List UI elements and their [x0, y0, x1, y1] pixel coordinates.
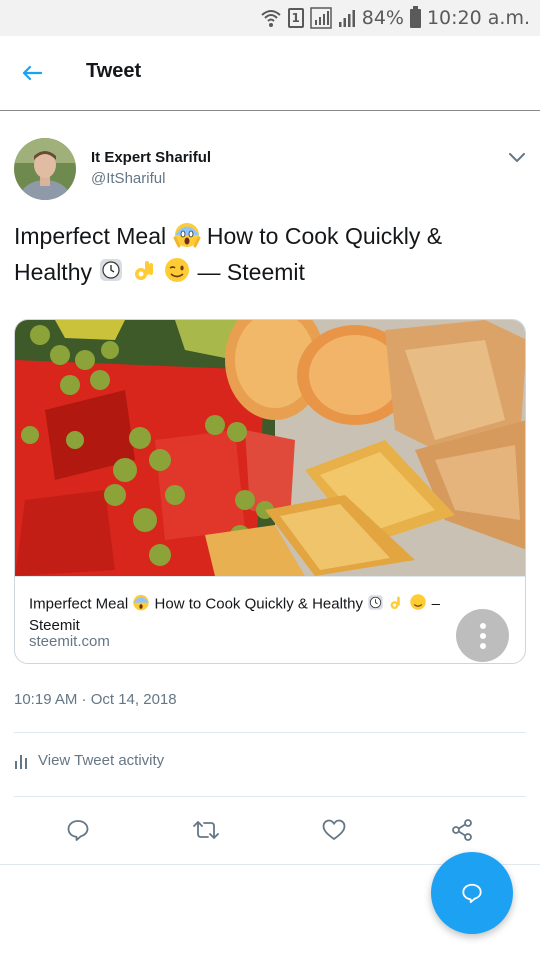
arrow-left-icon: [22, 65, 42, 81]
reply-icon: [462, 883, 482, 904]
author-handle[interactable]: @ItShariful: [91, 170, 165, 187]
retweet-icon: [193, 821, 219, 839]
retweet-button[interactable]: [192, 816, 220, 844]
chevron-down-icon: [509, 153, 525, 162]
ok-hand-emoji: [388, 594, 405, 616]
reply-button[interactable]: [64, 816, 92, 844]
card-title-part: How to Cook Quickly & Healthy: [154, 595, 363, 613]
winking-face-emoji: [409, 593, 427, 616]
card-body: Imperfect Meal How to Cook Quickly & Hea…: [15, 576, 525, 663]
avatar[interactable]: [14, 138, 76, 200]
page-title: Tweet: [86, 60, 142, 82]
tweet-menu-button[interactable]: [504, 148, 530, 168]
tweet-actions: [0, 812, 540, 848]
bar-chart-icon: [15, 754, 27, 769]
clock-emoji: [98, 257, 124, 291]
screaming-face-emoji: [173, 220, 201, 256]
share-icon: [452, 819, 472, 841]
share-button[interactable]: [448, 816, 476, 844]
sim-icon: 1: [287, 8, 304, 28]
like-icon: [322, 819, 346, 840]
card-title-part: Imperfect Meal: [29, 595, 129, 613]
winking-face-emoji: [163, 256, 191, 292]
top-app-bar: Tweet: [0, 36, 540, 111]
status-time: 10:20 a.m.: [426, 7, 530, 29]
divider: [14, 796, 526, 797]
more-vertical-icon: [479, 622, 486, 649]
wifi-icon: [260, 7, 282, 29]
tweet-text: Imperfect Meal How to Cook Quickly & Hea…: [14, 220, 514, 292]
signal-icon: [338, 8, 356, 28]
status-icons: 1 84% 10:20 a.m.: [260, 5, 530, 30]
ok-hand-emoji: [131, 257, 157, 291]
back-button[interactable]: [18, 60, 46, 86]
divider: [14, 732, 526, 733]
tweet-text-part: — Steemit: [197, 259, 305, 286]
compose-reply-button[interactable]: [431, 852, 513, 934]
tweet-timestamp: 10:19 AM · Oct 14, 2018: [14, 691, 177, 708]
view-tweet-activity-button[interactable]: View Tweet activity: [14, 752, 164, 769]
card-title-part: –: [431, 595, 440, 613]
battery-icon: [409, 5, 421, 28]
like-button[interactable]: [320, 816, 348, 844]
reply-icon: [67, 820, 89, 841]
card-title-part: Steemit: [29, 617, 80, 634]
card-title: Imperfect Meal How to Cook Quickly & Hea…: [29, 593, 469, 635]
tweet-text-part: Healthy: [14, 259, 92, 286]
card-image: [15, 320, 525, 576]
card-domain: steemit.com: [29, 633, 110, 650]
link-card[interactable]: Imperfect Meal How to Cook Quickly & Hea…: [14, 319, 526, 664]
status-bar: 1 84% 10:20 a.m.: [0, 0, 540, 36]
screaming-face-emoji: [132, 593, 150, 616]
view-tweet-activity-label: View Tweet activity: [38, 752, 165, 769]
card-more-button[interactable]: [456, 609, 509, 662]
battery-percent: 84%: [361, 7, 404, 29]
tweet-text-part: How to Cook Quickly &: [206, 223, 443, 250]
tweet-text-part: Imperfect Meal: [14, 223, 167, 250]
clock-emoji: [367, 594, 384, 616]
signal-icon: [309, 7, 332, 29]
author-name[interactable]: It Expert Shariful: [91, 149, 211, 166]
